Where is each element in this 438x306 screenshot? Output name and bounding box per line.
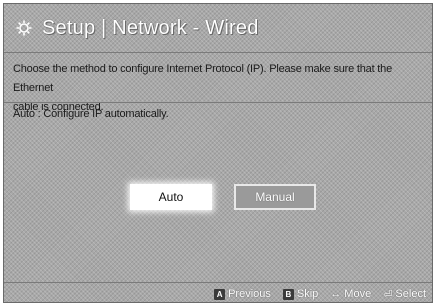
footer-divider bbox=[4, 282, 432, 283]
divider bbox=[4, 102, 432, 103]
select-label: Select bbox=[395, 288, 426, 300]
auto-button[interactable]: Auto bbox=[130, 184, 212, 210]
gear-icon bbox=[14, 18, 34, 38]
page-title: Setup | Network - Wired bbox=[42, 16, 259, 39]
instruction-line-1: Choose the method to configure Internet … bbox=[13, 63, 392, 94]
b-key-icon: B bbox=[282, 288, 294, 300]
manual-button[interactable]: Manual bbox=[234, 184, 316, 210]
setup-screen: Setup | Network - Wired Choose the metho… bbox=[3, 3, 433, 303]
left-right-arrow-icon: ↔ bbox=[330, 288, 342, 300]
a-key-icon: A bbox=[214, 288, 226, 300]
footer-hints: A Previous B Skip ↔ Move ⏎ Select bbox=[214, 286, 426, 302]
previous-hint[interactable]: A Previous bbox=[214, 288, 271, 300]
title-bar: Setup | Network - Wired bbox=[4, 4, 432, 53]
option-hint: Auto : Configure IP automatically. bbox=[13, 108, 169, 120]
skip-label: Skip bbox=[296, 288, 319, 300]
enter-icon: ⏎ bbox=[383, 288, 393, 301]
skip-hint[interactable]: B Skip bbox=[282, 288, 319, 300]
previous-label: Previous bbox=[228, 288, 271, 300]
select-hint: ⏎ Select bbox=[383, 288, 426, 301]
move-label: Move bbox=[344, 288, 372, 300]
move-hint: ↔ Move bbox=[330, 288, 371, 300]
